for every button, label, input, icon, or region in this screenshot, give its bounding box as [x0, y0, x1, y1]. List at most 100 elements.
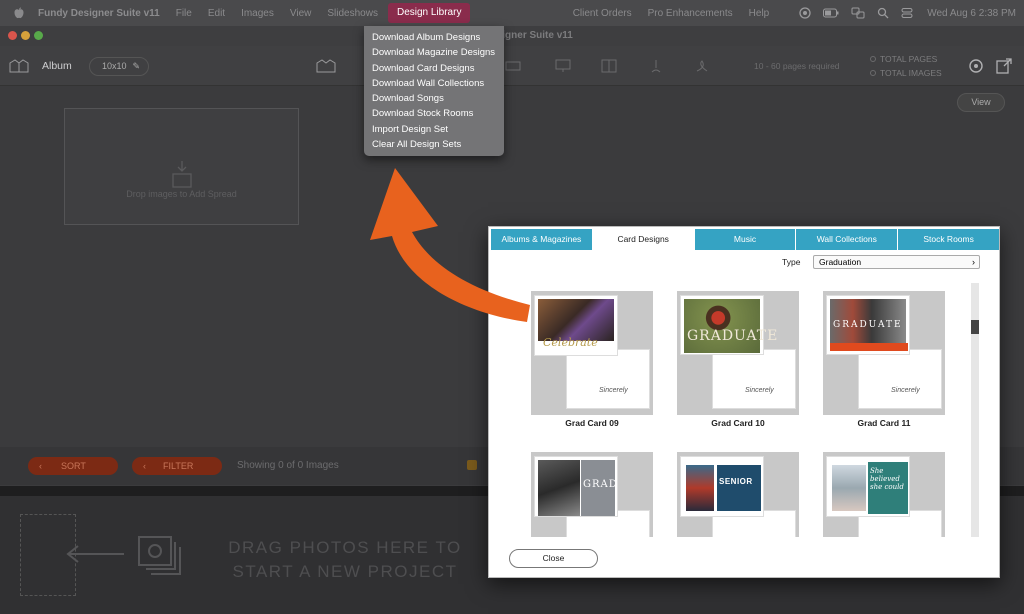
design-library-menu: Download Album Designs Download Magazine…	[364, 26, 504, 156]
card-photo	[686, 465, 714, 511]
pages-required: 10 - 60 pages required	[754, 61, 840, 71]
card-signature: Sincerely	[891, 387, 920, 394]
zoom-window-button[interactable]	[34, 31, 43, 40]
window-titlebar: Fundy Designer Suite v11	[0, 26, 1024, 46]
menu-help[interactable]: Help	[741, 8, 778, 19]
menu-item-download-wall-collections[interactable]: Download Wall Collections	[364, 76, 504, 91]
card-name: Grad Card 11	[857, 418, 911, 428]
filter-tag-icon[interactable]	[466, 459, 478, 471]
card-overlay-text: She believed she could	[870, 467, 904, 491]
minimize-window-button[interactable]	[21, 31, 30, 40]
menu-view[interactable]: View	[282, 8, 320, 19]
apple-icon[interactable]	[14, 7, 24, 19]
card-overlay-text: GRAD	[583, 479, 618, 490]
view-button[interactable]: View	[957, 93, 1005, 112]
card-stripe	[830, 343, 908, 351]
swirl-icon[interactable]	[694, 59, 710, 73]
menu-slideshows[interactable]: Slideshows	[319, 8, 386, 19]
left-arrow-icon	[66, 545, 124, 563]
search-icon[interactable]	[877, 7, 889, 19]
card-front: GRADUATE	[680, 295, 777, 355]
grid-scrollbar-thumb[interactable]	[971, 320, 979, 334]
battery-icon[interactable]	[823, 7, 839, 19]
sort-button[interactable]: ‹ SORT	[28, 457, 118, 475]
menu-item-clear-all-design-sets[interactable]: Clear All Design Sets	[364, 137, 504, 152]
tab-albums-magazines[interactable]: Albums & Magazines	[491, 229, 593, 250]
menu-file[interactable]: File	[168, 8, 200, 19]
menu-item-import-design-set[interactable]: Import Design Set	[364, 122, 504, 137]
size-label: 10x10	[102, 61, 127, 71]
export-icon[interactable]	[996, 58, 1012, 74]
print-icon[interactable]	[505, 59, 521, 73]
card-side-panel	[717, 465, 761, 511]
menu-client-orders[interactable]: Client Orders	[565, 8, 640, 19]
card-overlay-text: GRADUATE	[687, 328, 779, 344]
add-spread-dropzone[interactable]: Drop images to Add Spread	[64, 108, 299, 225]
album-icon[interactable]	[9, 59, 29, 73]
tab-music[interactable]: Music	[694, 229, 797, 250]
menu-item-download-stock-rooms[interactable]: Download Stock Rooms	[364, 106, 504, 121]
tab-wall-collections[interactable]: Wall Collections	[796, 229, 899, 250]
menu-design-library[interactable]: Design Library	[387, 3, 471, 23]
close-button[interactable]: Close	[509, 549, 598, 568]
photos-stack-icon	[138, 536, 181, 575]
card-front: SENIOR	[680, 456, 764, 517]
close-window-button[interactable]	[8, 31, 17, 40]
card-overlay-text: GRADUATE	[833, 320, 903, 330]
card-photo	[684, 299, 760, 353]
pencil-icon: ✎	[132, 61, 140, 71]
filter-button[interactable]: ‹ FILTER	[132, 457, 222, 475]
dropzone-text: Drop images to Add Spread	[126, 189, 237, 199]
sort-label: SORT	[61, 461, 86, 471]
record-icon[interactable]	[799, 7, 811, 19]
control-center-icon[interactable]	[901, 7, 913, 19]
monitor-icon[interactable]	[555, 59, 571, 73]
menu-item-download-magazine-designs[interactable]: Download Magazine Designs	[364, 45, 504, 60]
tab-card-designs[interactable]: Card Designs	[592, 229, 695, 250]
sort-chevron-icon: ‹	[39, 461, 42, 471]
settings-icon[interactable]	[968, 58, 984, 74]
type-label: Type	[782, 257, 801, 267]
card-item[interactable]: Sincerely GRADUATE Grad Card 10	[677, 291, 799, 428]
card-front: She believed she could	[826, 456, 910, 517]
total-images: TOTAL IMAGES	[880, 68, 942, 78]
filter-label: FILTER	[163, 461, 194, 471]
card-back	[858, 349, 942, 409]
menu-clock[interactable]: Wed Aug 6 2:38 PM	[919, 8, 1024, 19]
tab-stock-rooms[interactable]: Stock Rooms	[898, 229, 999, 250]
card-item[interactable]: SENIOR	[677, 452, 799, 537]
showing-count: Showing 0 of 0 Images	[237, 460, 339, 471]
design-library-dialog: Albums & Magazines Card Designs Music Wa…	[488, 226, 1000, 578]
card-item[interactable]: GRAD	[531, 452, 653, 537]
card-name: Grad Card 09	[565, 418, 619, 428]
menu-item-download-card-designs[interactable]: Download Card Designs	[364, 61, 504, 76]
menu-images[interactable]: Images	[233, 8, 282, 19]
card-overlay-text: SENIOR	[719, 477, 753, 486]
card-signature: Sincerely	[599, 387, 628, 394]
menu-item-download-album-designs[interactable]: Download Album Designs	[364, 30, 504, 45]
album-design-icon[interactable]	[316, 59, 336, 73]
card-front: GRADUATE	[826, 295, 910, 355]
card-item[interactable]: She believed she could	[823, 452, 945, 537]
pages-dot-icon	[870, 56, 876, 62]
menu-app-name[interactable]: Fundy Designer Suite v11	[32, 8, 168, 19]
card-overlay-text: Celebrate	[543, 336, 598, 349]
tab-bar: Albums & Magazines Card Designs Music Wa…	[491, 229, 999, 250]
drag-text-line2: START A NEW PROJECT	[232, 562, 458, 581]
chevron-right-icon: ›	[972, 257, 975, 267]
layout-icon[interactable]	[601, 59, 617, 73]
menu-pro-enhancements[interactable]: Pro Enhancements	[640, 8, 741, 19]
type-select[interactable]: Graduation ›	[813, 255, 980, 269]
card-item[interactable]: Sincerely GRADUATE Grad Card 11	[823, 291, 945, 428]
card-name: Grad Card 10	[711, 418, 765, 428]
brush-icon[interactable]	[648, 59, 664, 73]
screen-mirroring-icon[interactable]	[851, 7, 865, 19]
card-grid: Sincerely Celebrate Grad Card 09 Sincere…	[507, 283, 979, 537]
card-photo	[832, 465, 866, 511]
menu-item-download-songs[interactable]: Download Songs	[364, 91, 504, 106]
toolbar: Album 10x10 ✎ 10 - 60 pages required TOT…	[0, 46, 1024, 86]
card-item[interactable]: Sincerely Celebrate Grad Card 09	[531, 291, 653, 428]
size-selector[interactable]: 10x10 ✎	[89, 57, 149, 76]
menu-edit[interactable]: Edit	[200, 8, 233, 19]
images-dot-icon	[870, 70, 876, 76]
